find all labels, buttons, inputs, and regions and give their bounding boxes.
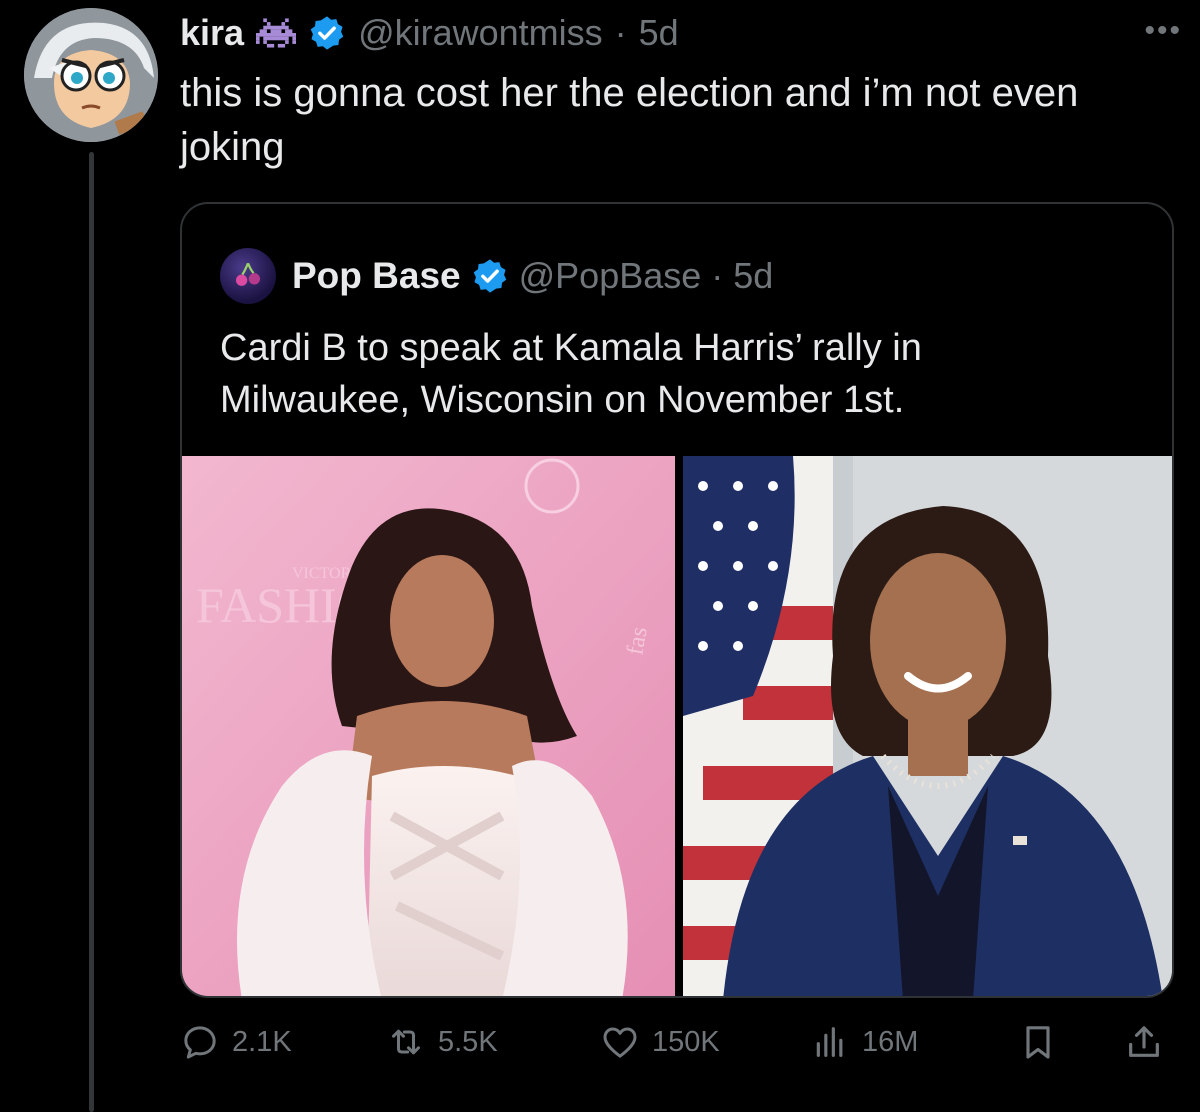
reply-icon [184, 1026, 216, 1059]
repost-count: 5.5K [438, 1025, 498, 1058]
separator-dot: · [711, 255, 724, 296]
quoted-tweet-header: Pop Base @PopBase · 5d [220, 248, 773, 304]
verified-badge-icon [471, 257, 509, 295]
heart-icon [603, 1027, 637, 1058]
popbase-avatar[interactable] [220, 248, 276, 304]
bookmark-icon [1026, 1026, 1050, 1059]
quoted-display-name[interactable]: Pop Base [292, 255, 461, 297]
like-count: 150K [652, 1025, 720, 1058]
reply-count: 2.1K [232, 1025, 292, 1058]
reply-button[interactable]: 2.1K [180, 1022, 292, 1062]
quoted-handle[interactable]: @PopBase [519, 255, 702, 297]
cardi-b-photo[interactable]: FASHIO VICTORI fas [182, 456, 675, 996]
backdrop-side-text: fas [622, 625, 652, 657]
share-icon [1129, 1026, 1159, 1057]
quoted-tweet-text: Cardi B to speak at Kamala Harris’ rally… [220, 327, 922, 421]
views-button[interactable]: 16M [810, 1022, 918, 1062]
quoted-time[interactable]: 5d [733, 255, 773, 297]
thread-line [89, 152, 94, 1112]
author-display-name[interactable]: kira [180, 12, 244, 54]
views-chart-icon [816, 1027, 843, 1057]
verified-badge-icon [308, 14, 346, 52]
space-invader-icon [256, 16, 297, 50]
author-avatar[interactable] [24, 8, 158, 142]
author-handle[interactable]: @kirawontmiss [358, 12, 603, 54]
views-count: 16M [862, 1025, 919, 1058]
repost-icon [392, 1029, 420, 1055]
share-button[interactable] [1124, 1022, 1164, 1062]
separator-dot: · [614, 12, 627, 53]
tweet-text: this is gonna cost her the election and … [180, 71, 1079, 169]
more-options-icon[interactable]: ••• [1144, 14, 1182, 48]
tweet-header: kira @kirawontmiss · 5d [180, 8, 679, 58]
kamala-harris-photo[interactable] [683, 456, 1172, 996]
repost-button[interactable]: 5.5K [386, 1022, 498, 1062]
quoted-tweet[interactable]: Pop Base @PopBase · 5d Cardi B to speak … [180, 202, 1174, 998]
bookmark-button[interactable] [1018, 1022, 1058, 1062]
like-button[interactable]: 150K [600, 1022, 720, 1062]
backdrop-small-text: VICTORI [292, 565, 357, 582]
tweet-time[interactable]: 5d [639, 12, 679, 54]
tweet: kira @kirawontmiss · 5d ••• this is gonn… [0, 0, 1200, 1112]
tweet-actions: 2.1K 5.5K 150K 16M [180, 1022, 1170, 1078]
media-grid: FASHIO VICTORI fas [182, 456, 1172, 996]
